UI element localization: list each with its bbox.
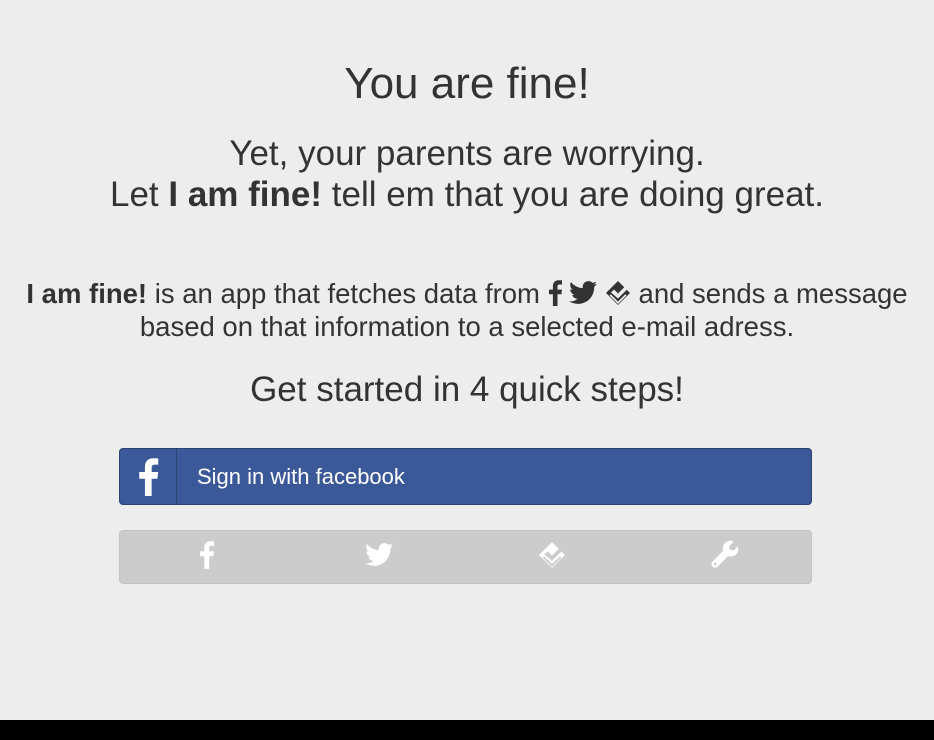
wrench-icon	[710, 540, 740, 575]
bottom-bar	[0, 720, 934, 740]
subtitle-brand: I am fine!	[168, 175, 323, 214]
step-foursquare[interactable]	[466, 531, 639, 583]
foursquare-icon	[605, 280, 631, 306]
twitter-icon	[569, 280, 598, 306]
twitter-icon	[365, 542, 394, 572]
step-facebook[interactable]	[120, 531, 293, 583]
step-twitter[interactable]	[293, 531, 466, 583]
facebook-icon	[199, 540, 214, 574]
description-text-before: is an app that fetches data from	[147, 278, 548, 309]
facebook-icon	[120, 449, 177, 504]
steps-progress-bar	[119, 530, 812, 584]
subtitle-line-2-prefix: Let	[110, 175, 169, 214]
step-settings[interactable]	[638, 531, 811, 583]
page-title: You are fine!	[344, 59, 590, 108]
subtitle-line-1: Yet, your parents are worrying.	[229, 134, 705, 173]
subtitle-line-2-suffix: tell em that you are doing great.	[322, 175, 824, 214]
facebook-button-label: Sign in with facebook	[197, 463, 405, 489]
app-description: I am fine! is an app that fetches data f…	[10, 277, 924, 343]
facebook-sign-in-button[interactable]: Sign in with facebook	[119, 448, 812, 505]
facebook-icon	[548, 280, 562, 306]
foursquare-icon	[538, 541, 566, 574]
description-brand: I am fine!	[26, 278, 148, 309]
page-subtitle: Yet, your parents are worrying. Let I am…	[0, 133, 934, 215]
page: You are fine! Yet, your parents are worr…	[0, 0, 934, 720]
steps-heading: Get started in 4 quick steps!	[250, 370, 684, 409]
